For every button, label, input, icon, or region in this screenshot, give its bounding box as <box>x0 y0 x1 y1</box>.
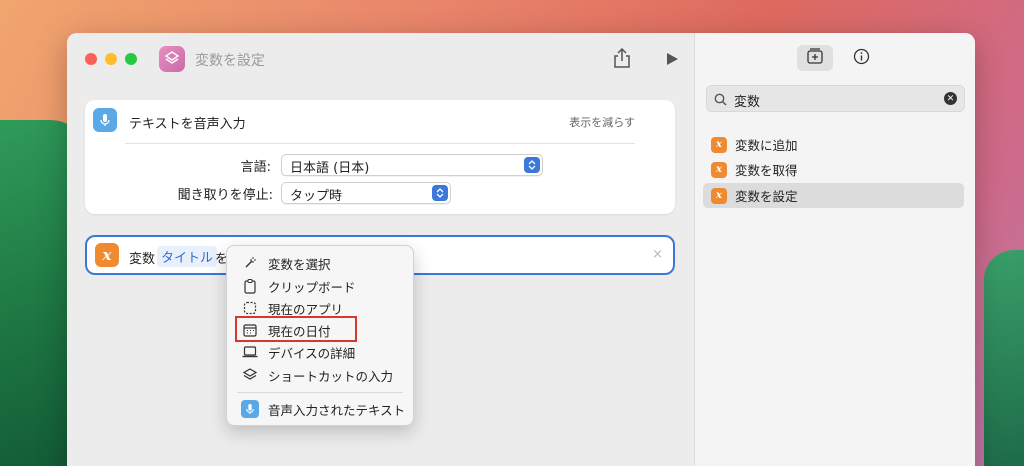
show-less-button[interactable]: 表示を減らす <box>569 114 635 130</box>
minimize-window-button[interactable] <box>105 53 117 65</box>
sidebar-tabs <box>797 45 879 71</box>
variable-x-icon: x <box>95 243 119 267</box>
variable-x-icon: x <box>711 161 727 178</box>
window-title: 変数を設定 <box>195 53 265 69</box>
search-icon <box>714 91 727 110</box>
tab-details[interactable] <box>843 45 879 71</box>
laptop-icon <box>241 343 259 361</box>
editor-pane: 変数を設定 テキストを音声入力 表示を減らす 言語: 日本語 (日本) 聞き取り… <box>67 33 694 466</box>
divider <box>125 143 635 144</box>
info-icon <box>853 48 870 69</box>
action-library-sidebar: 変数 ✕ x 変数に追加 x 変数を取得 x 変数を設定 <box>694 33 975 466</box>
clipboard-icon <box>241 277 259 295</box>
dictate-text-action[interactable]: テキストを音声入力 表示を減らす 言語: 日本語 (日本) 聞き取りを停止: タ… <box>85 100 675 214</box>
chevron-updown-icon <box>432 185 448 201</box>
search-input[interactable]: 変数 <box>734 91 760 110</box>
close-window-button[interactable] <box>85 53 97 65</box>
app-frame-icon <box>241 299 259 317</box>
variable-name-token[interactable]: タイトル <box>157 246 218 267</box>
action-search-field[interactable]: 変数 ✕ <box>706 85 965 112</box>
shortcut-app-icon[interactable] <box>159 46 185 72</box>
highlight-annotation <box>235 316 357 342</box>
tab-actions[interactable] <box>797 45 833 71</box>
microphone-icon <box>93 108 117 132</box>
shortcuts-icon <box>241 366 259 384</box>
menu-item-dictated-text[interactable]: 音声入力されたテキスト <box>241 398 405 420</box>
action-title: テキストを音声入力 <box>129 117 246 132</box>
menu-item-shortcut-input[interactable]: ショートカットの入力 <box>241 364 393 386</box>
wallpaper-green-hill-right <box>984 250 1024 466</box>
stop-listening-label: 聞き取りを停止: <box>177 188 273 203</box>
run-play-icon[interactable] <box>665 51 679 70</box>
magic-wand-icon <box>241 254 259 272</box>
variable-x-icon: x <box>711 136 727 153</box>
stop-listening-value: タップ時 <box>290 189 343 204</box>
menu-item-device-details[interactable]: デバイスの詳細 <box>241 341 355 363</box>
share-icon[interactable] <box>613 47 631 73</box>
add-action-icon <box>806 47 824 69</box>
stop-listening-popup[interactable]: タップ時 <box>281 182 451 204</box>
remove-action-button[interactable]: × <box>652 247 663 262</box>
variable-x-icon: x <box>711 187 727 204</box>
result-set-variable[interactable]: x 変数を設定 <box>703 183 964 208</box>
clear-search-icon[interactable]: ✕ <box>944 92 957 105</box>
result-get-variable[interactable]: x 変数を取得 <box>703 157 964 182</box>
language-popup[interactable]: 日本語 (日本) <box>281 154 543 176</box>
language-label: 言語: <box>240 160 271 175</box>
traffic-lights <box>85 53 137 65</box>
variable-prefix: 変数 <box>129 252 156 267</box>
menu-item-select-variable[interactable]: 変数を選択 <box>241 252 331 274</box>
microphone-icon <box>241 400 259 418</box>
language-value: 日本語 (日本) <box>290 161 370 176</box>
shortcuts-window: 変数を設定 テキストを音声入力 表示を減らす 言語: 日本語 (日本) 聞き取り… <box>67 33 975 466</box>
menu-divider <box>237 392 403 393</box>
variable-picker-menu: 変数を選択 クリップボード 現在のアプリ 現在の日付 デバイスの詳細 ショートカ… <box>226 245 414 426</box>
result-add-to-variable[interactable]: x 変数に追加 <box>703 132 964 157</box>
zoom-window-button[interactable] <box>125 53 137 65</box>
menu-item-clipboard[interactable]: クリップボード <box>241 275 356 297</box>
chevron-updown-icon <box>524 157 540 173</box>
